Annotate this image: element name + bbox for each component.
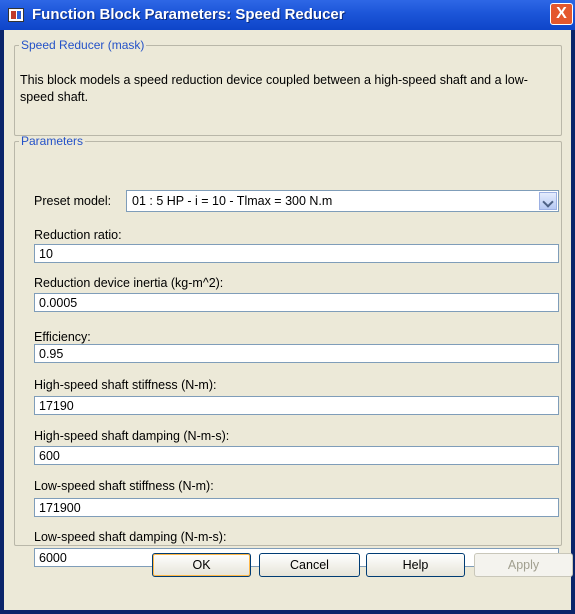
preset-model-value: 01 : 5 HP - i = 10 - Tlmax = 300 N.m xyxy=(132,194,333,208)
dialog-window: Function Block Parameters: Speed Reducer… xyxy=(0,0,575,614)
help-button[interactable]: Help xyxy=(366,553,465,577)
hs-stiffness-field[interactable]: 17190 xyxy=(34,396,559,415)
hs-damping-label: High-speed shaft damping (N-m-s): xyxy=(34,429,230,443)
reduction-ratio-field[interactable]: 10 xyxy=(34,244,559,263)
close-button[interactable]: X xyxy=(550,3,573,25)
inertia-field[interactable]: 0.0005 xyxy=(34,293,559,312)
apply-button[interactable]: Apply xyxy=(474,553,573,577)
chevron-down-icon xyxy=(542,196,554,208)
parameters-group-title: Parameters xyxy=(21,134,84,148)
inertia-label: Reduction device inertia (kg-m^2): xyxy=(34,276,224,290)
efficiency-label: Efficiency: xyxy=(34,330,91,344)
dropdown-button[interactable] xyxy=(539,192,557,210)
title-bar[interactable]: Function Block Parameters: Speed Reducer… xyxy=(0,0,575,30)
preset-model-label: Preset model: xyxy=(34,194,112,208)
mask-group-title: Speed Reducer (mask) xyxy=(21,38,145,52)
mask-description: This block models a speed reduction devi… xyxy=(20,73,528,104)
dialog-body: Speed Reducer (mask) This block models a… xyxy=(4,30,571,610)
hs-stiffness-label: High-speed shaft stiffness (N-m): xyxy=(34,378,217,392)
ls-stiffness-label: Low-speed shaft stiffness (N-m): xyxy=(34,479,214,493)
ls-stiffness-field[interactable]: 171900 xyxy=(34,498,559,517)
efficiency-field[interactable]: 0.95 xyxy=(34,344,559,363)
cancel-button[interactable]: Cancel xyxy=(259,553,360,577)
simulink-block-icon xyxy=(8,8,24,22)
preset-model-select[interactable]: 01 : 5 HP - i = 10 - Tlmax = 300 N.m xyxy=(126,190,559,212)
window-title: Function Block Parameters: Speed Reducer xyxy=(32,6,345,23)
ok-button[interactable]: OK xyxy=(152,553,251,577)
hs-damping-field[interactable]: 600 xyxy=(34,446,559,465)
ls-damping-label: Low-speed shaft damping (N-m-s): xyxy=(34,530,227,544)
reduction-ratio-label: Reduction ratio: xyxy=(34,228,122,242)
